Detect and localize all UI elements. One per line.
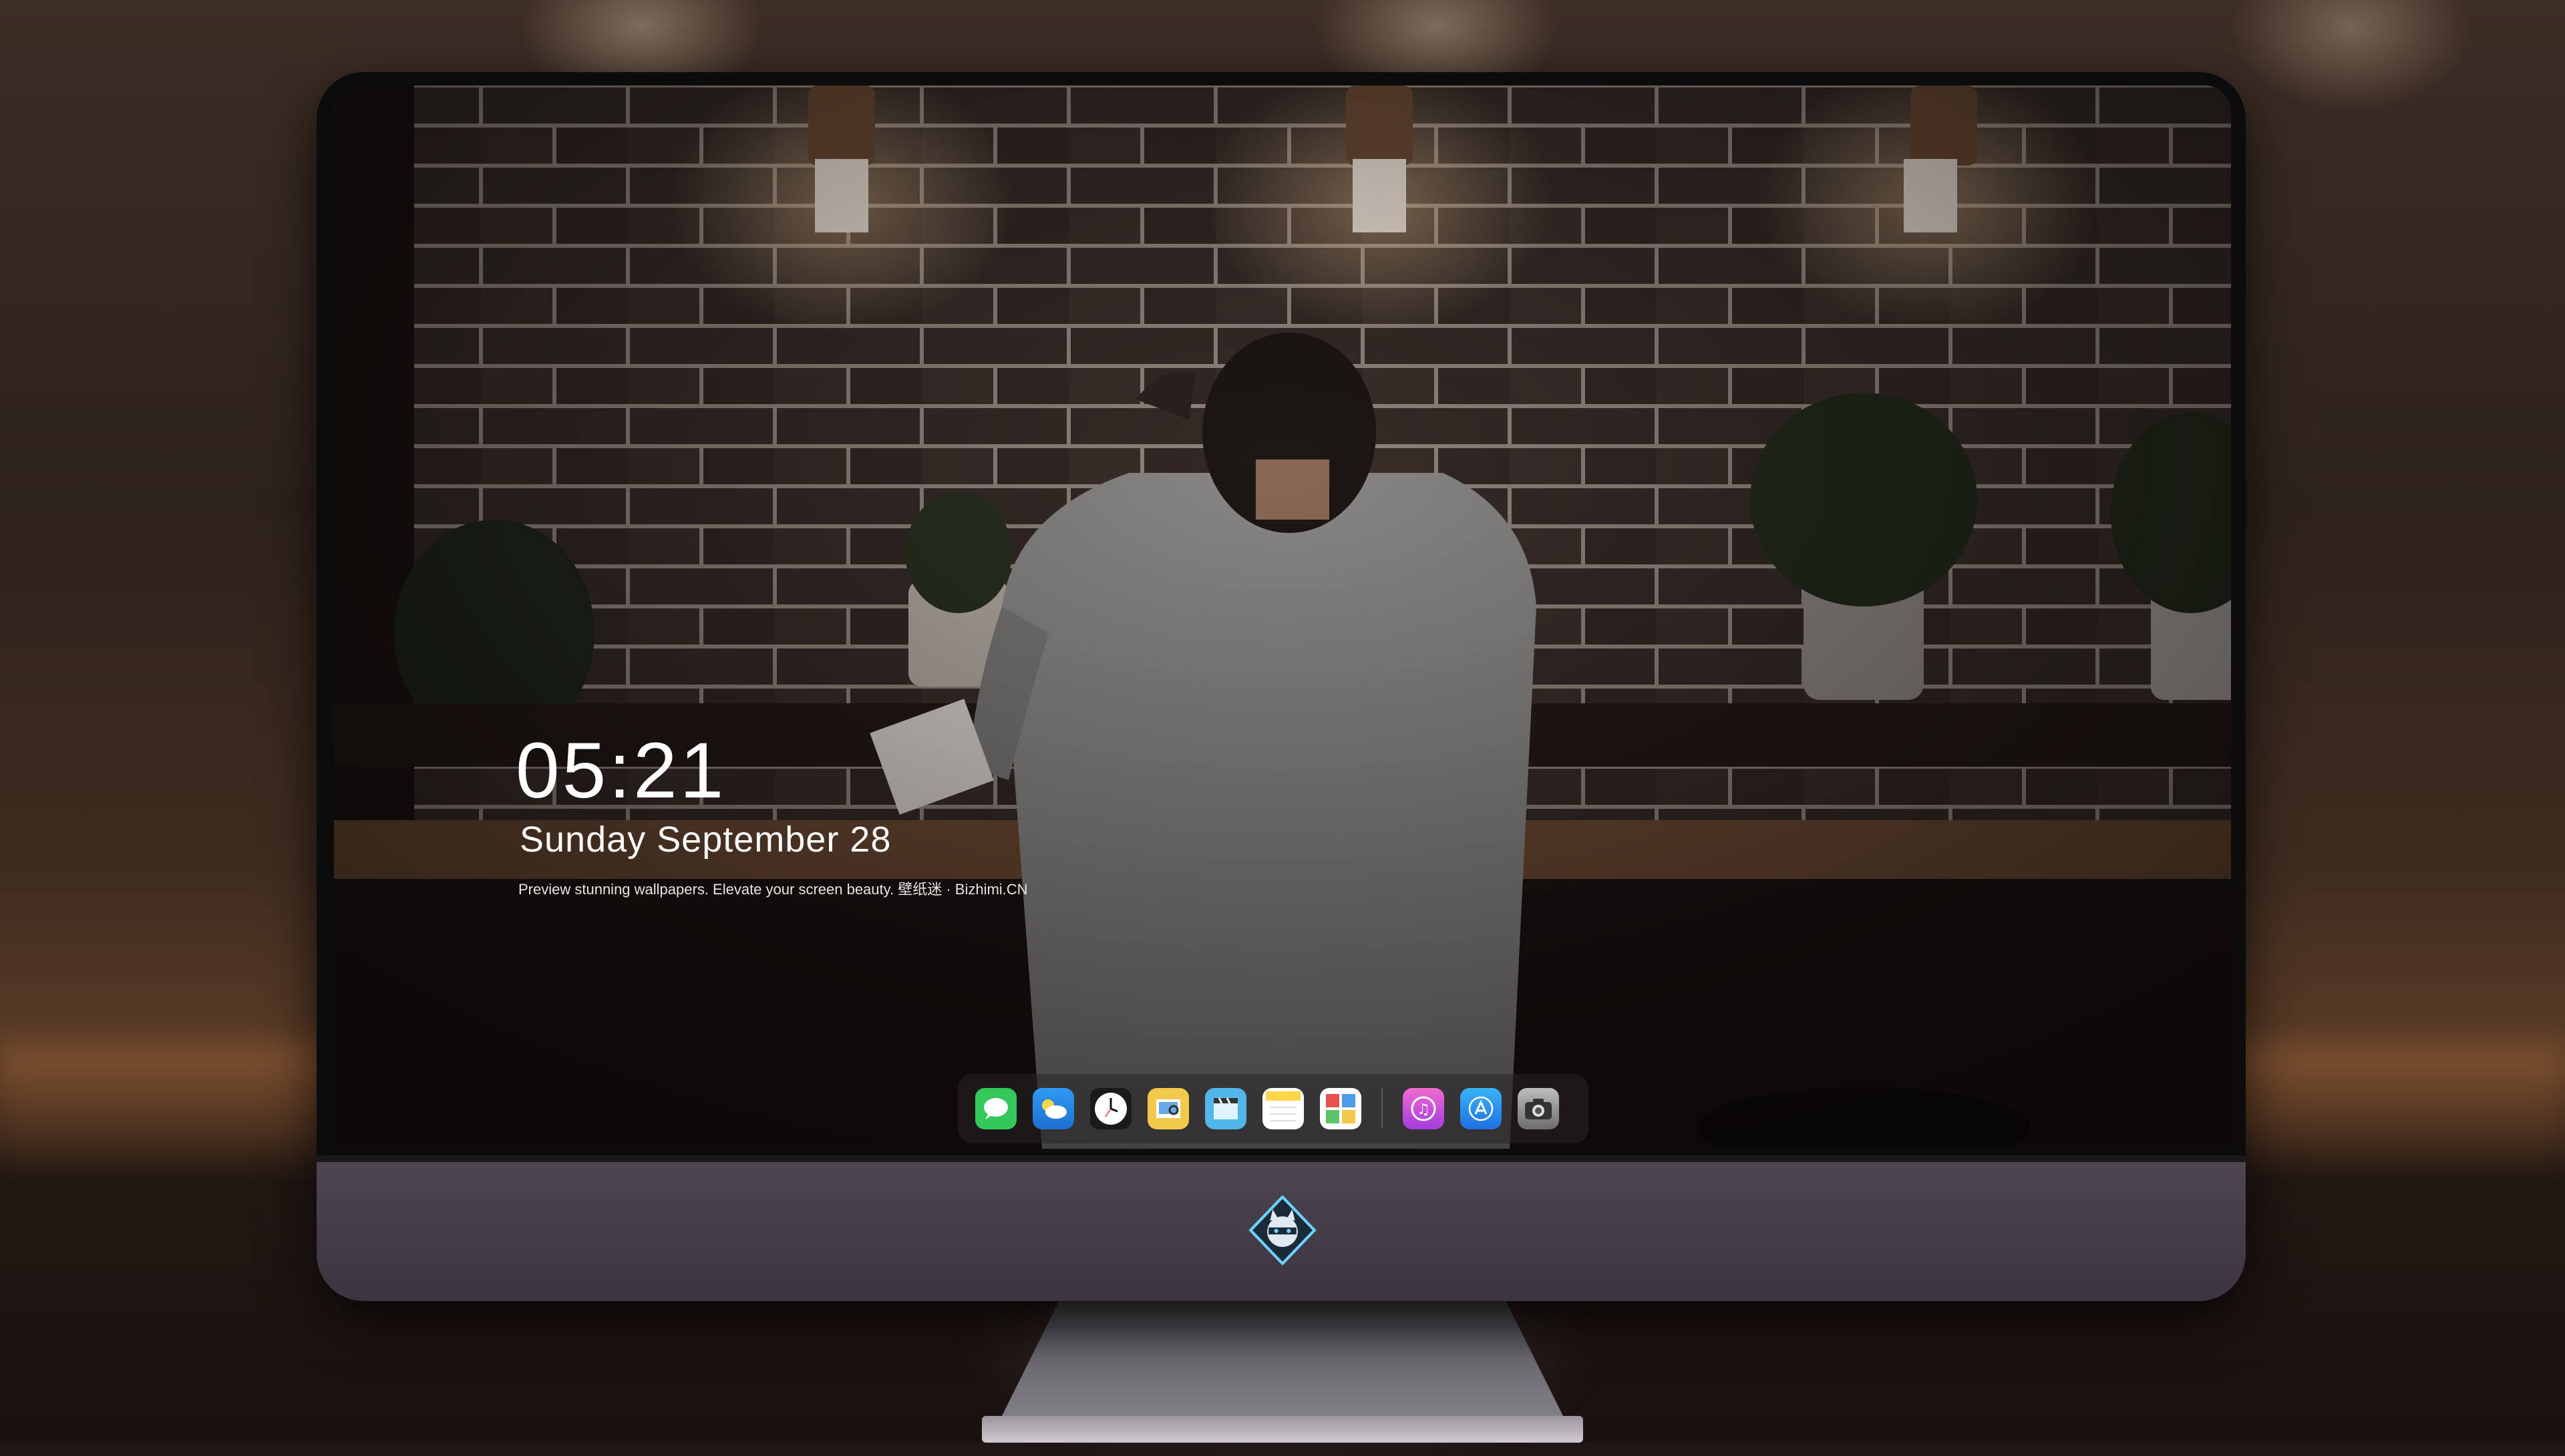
messages-icon[interactable] — [975, 1088, 1017, 1129]
lockscreen-time: 05:21 — [516, 727, 727, 815]
wallpaper — [334, 85, 2231, 1149]
preview-icon[interactable] — [1148, 1088, 1189, 1129]
clips-icon[interactable] — [1205, 1088, 1246, 1129]
desktop-screen: 05:21 Sunday September 28 Preview stunni… — [334, 85, 2231, 1149]
dock: ♫ — [958, 1074, 1588, 1143]
dock-separator — [1381, 1089, 1383, 1129]
ninja-cat-logo-icon — [1248, 1196, 1317, 1265]
itunes-icon[interactable]: ♫ — [1403, 1088, 1444, 1129]
clock-icon[interactable] — [1090, 1088, 1132, 1129]
lockscreen-date: Sunday September 28 — [520, 820, 892, 860]
weather-icon[interactable] — [1033, 1088, 1074, 1129]
svg-text:♫: ♫ — [1417, 1101, 1430, 1118]
notes-icon[interactable] — [1262, 1088, 1304, 1129]
monitor-stand-base — [982, 1416, 1583, 1443]
app-store-icon[interactable] — [1460, 1088, 1502, 1129]
photo-booth-icon[interactable] — [1320, 1088, 1361, 1129]
lockscreen-tagline: Preview stunning wallpapers. Elevate you… — [518, 881, 1028, 898]
camera-icon[interactable] — [1518, 1088, 1559, 1129]
